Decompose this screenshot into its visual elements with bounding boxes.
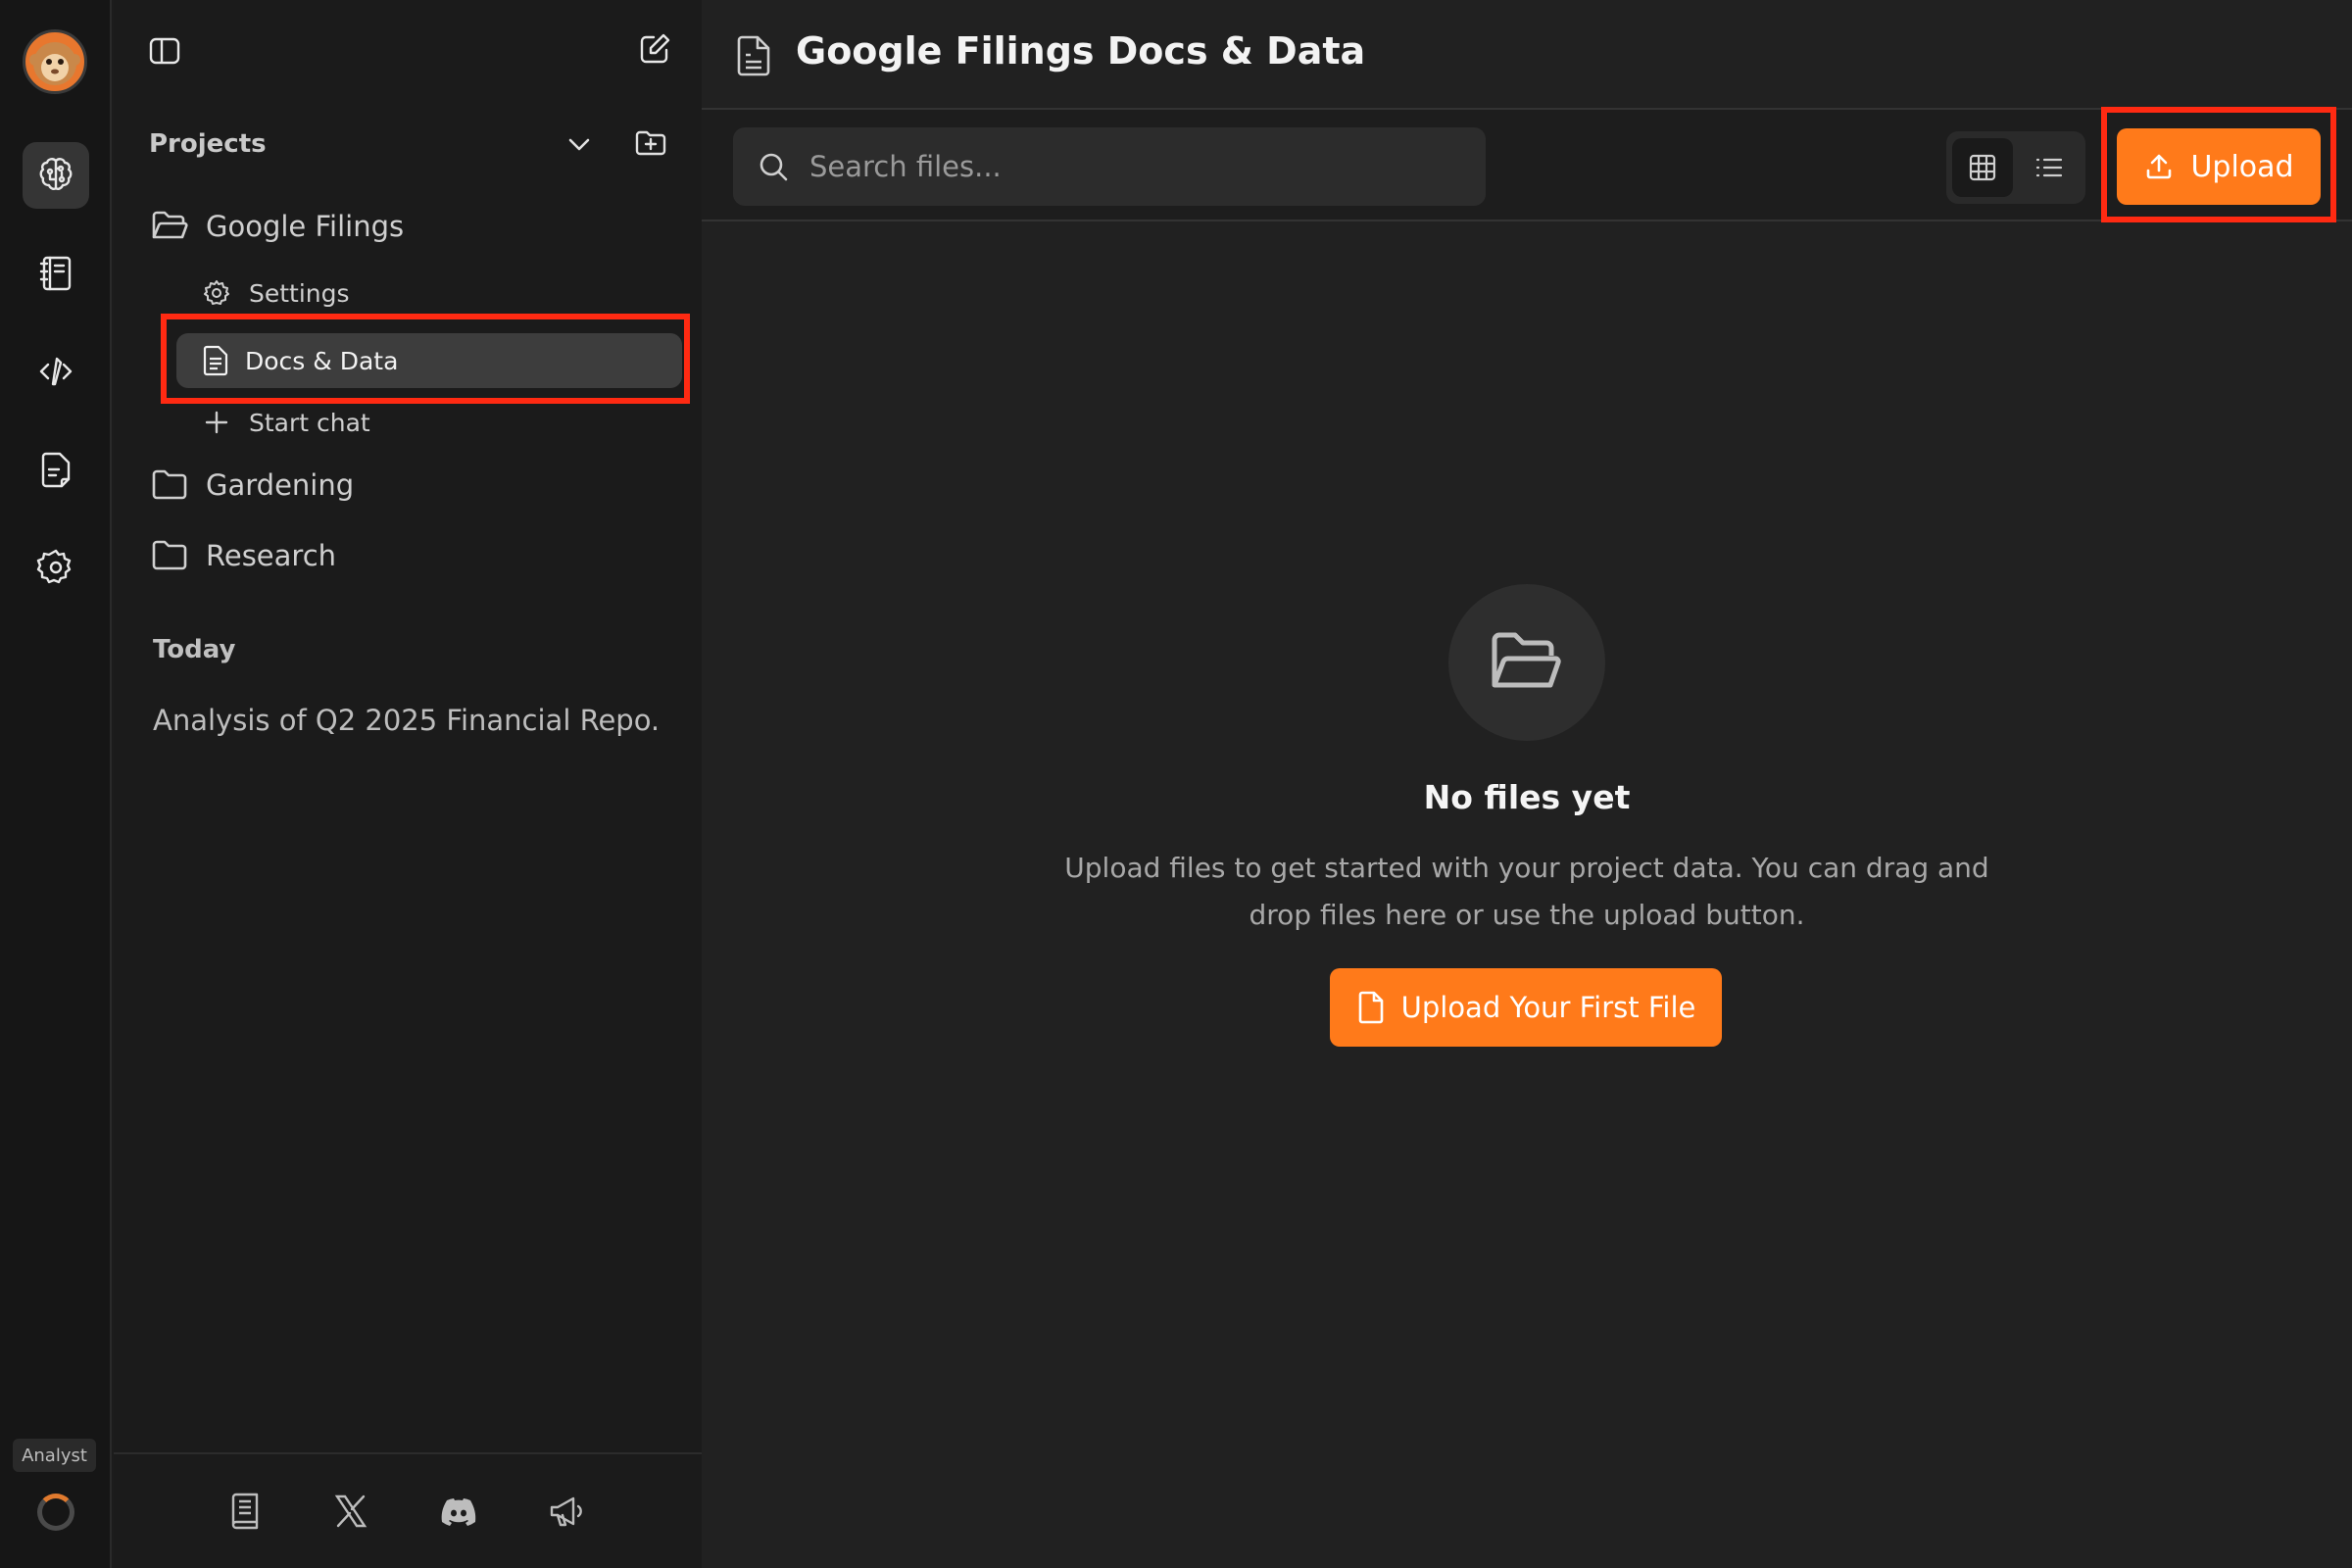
app-window: Analyst Projects Google Filings Settings… xyxy=(0,0,2352,1568)
list-view-icon[interactable] xyxy=(2019,138,2080,197)
gear-icon[interactable] xyxy=(23,534,89,601)
folder-icon xyxy=(152,540,187,570)
icon-rail: Analyst xyxy=(0,0,112,1568)
plus-icon xyxy=(205,411,228,434)
view-toggle xyxy=(1946,131,2085,204)
document-icon xyxy=(737,35,770,76)
project-docs-data-item[interactable]: Docs & Data xyxy=(176,333,682,388)
grid-view-icon[interactable] xyxy=(1952,138,2013,197)
document-icon[interactable] xyxy=(23,436,89,503)
brain-icon[interactable] xyxy=(23,142,89,209)
project-name: Google Filings xyxy=(206,210,405,243)
code-pen-icon[interactable] xyxy=(23,338,89,405)
project-gardening[interactable]: Gardening xyxy=(151,468,354,502)
sidebar: Projects Google Filings Settings Docs & … xyxy=(114,0,702,1568)
start-chat-label: Start chat xyxy=(249,408,370,437)
document-icon xyxy=(203,345,228,376)
folder-icon xyxy=(152,469,187,500)
role-badge: Analyst xyxy=(13,1439,96,1472)
chevron-down-icon[interactable] xyxy=(561,125,598,163)
x-logo-icon[interactable] xyxy=(329,1490,372,1533)
main-content: Google Filings Docs & Data Search files.… xyxy=(702,0,2352,1568)
project-research[interactable]: Research xyxy=(151,539,336,572)
folder-open-icon xyxy=(1492,632,1561,688)
megaphone-icon[interactable] xyxy=(545,1490,588,1533)
projects-heading: Projects xyxy=(149,129,267,159)
new-folder-icon[interactable] xyxy=(631,123,670,163)
upload-icon xyxy=(2147,154,2172,179)
loading-spinner-icon xyxy=(37,1494,74,1531)
book-icon[interactable] xyxy=(223,1490,267,1533)
project-name: Gardening xyxy=(206,468,355,502)
upload-first-file-label: Upload Your First File xyxy=(1400,991,1696,1024)
search-input[interactable] xyxy=(809,150,1437,183)
search-icon xyxy=(760,153,788,181)
discord-icon[interactable] xyxy=(437,1490,480,1533)
page-title: Google Filings Docs & Data xyxy=(796,29,1366,73)
project-google-filings[interactable]: Google Filings xyxy=(151,210,404,243)
project-settings-item[interactable]: Settings xyxy=(202,278,350,308)
sidebar-toggle-icon[interactable] xyxy=(143,29,186,73)
empty-state-description: Upload files to get started with your pr… xyxy=(1064,852,1989,931)
upload-first-file-button[interactable]: Upload Your First File xyxy=(1330,968,1722,1047)
edit-icon[interactable] xyxy=(633,27,676,71)
folder-open-icon xyxy=(152,211,188,239)
docs-data-label: Docs & Data xyxy=(245,346,399,375)
upload-label: Upload xyxy=(2190,149,2294,184)
today-heading: Today xyxy=(153,635,236,664)
empty-state-icon-container xyxy=(1448,584,1605,741)
project-name: Research xyxy=(206,539,337,572)
settings-label: Settings xyxy=(249,278,350,308)
monkey-avatar-icon[interactable] xyxy=(23,29,87,94)
notebook-icon[interactable] xyxy=(23,240,89,307)
page-header: Google Filings Docs & Data xyxy=(702,0,2352,110)
start-chat-item[interactable]: Start chat xyxy=(202,408,370,437)
sidebar-footer xyxy=(114,1452,702,1568)
chat-history-item[interactable]: Analysis of Q2 2025 Financial Repo... xyxy=(153,704,662,737)
files-toolbar: Upload xyxy=(702,107,2352,222)
file-icon xyxy=(1358,991,1383,1024)
gear-icon xyxy=(204,280,229,305)
empty-state-title: No files yet xyxy=(1423,778,1631,816)
search-field[interactable] xyxy=(733,127,1486,206)
upload-button[interactable]: Upload xyxy=(2117,128,2321,205)
